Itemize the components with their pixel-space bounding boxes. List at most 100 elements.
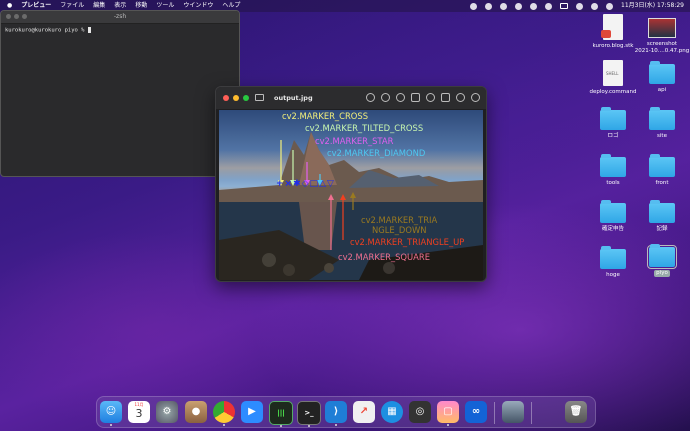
desktop-folder-record[interactable]: 記録 xyxy=(634,200,690,233)
chrome-icon[interactable] xyxy=(213,401,235,426)
menu-clock[interactable]: 11月3日(水) 17:58:29 xyxy=(621,0,684,12)
folder-icon xyxy=(649,154,675,177)
control-center-icon[interactable] xyxy=(606,2,613,10)
dock-separator xyxy=(531,402,532,424)
desktop-folder-logo[interactable]: ロゴ xyxy=(585,107,641,140)
marker-star-icon: ✱ xyxy=(293,179,301,189)
terminal-prompt: kurokuro@kurokuro piyo % xyxy=(5,27,88,34)
marker-row: + × ✱ ◇ □ △ ▽ xyxy=(276,179,334,189)
finder-icon[interactable]: ☺ xyxy=(100,401,122,426)
desktop-icon-label: screenshot 2021-10....0.47.png xyxy=(634,41,690,54)
infinity-app-icon[interactable]: ∞ xyxy=(465,401,487,423)
label-marker-tilted-cross: cv2.MARKER_TILTED_CROSS xyxy=(305,123,424,133)
desktop-folder-tax[interactable]: 確定申告 xyxy=(585,200,641,233)
label-marker-triangle-up: cv2.MARKER_TRIANGLE_UP xyxy=(350,237,465,247)
label-marker-triangle-down-line1: cv2.MARKER_TRIA xyxy=(361,215,438,225)
desktop-icon-command[interactable]: SHELL deploy.command xyxy=(585,60,641,96)
folder-icon xyxy=(600,154,626,177)
shell-script-icon: SHELL xyxy=(603,60,623,86)
terminal-titlebar[interactable]: -zsh xyxy=(1,11,239,24)
info-icon[interactable] xyxy=(366,93,375,102)
rotate-icon[interactable] xyxy=(441,93,450,102)
terminal-window[interactable]: -zsh kurokuro@kurokuro piyo % xyxy=(0,10,240,177)
share-icon[interactable] xyxy=(411,93,420,102)
minimize-button[interactable] xyxy=(233,95,239,101)
desktop-icon-label: ロゴ xyxy=(607,133,619,139)
zoom-in-icon[interactable] xyxy=(396,93,405,102)
status-icon[interactable] xyxy=(545,2,552,10)
terminal-title: -zsh xyxy=(113,13,127,20)
preview-toolbar[interactable]: output.jpg xyxy=(216,87,486,109)
desktop-icon-label: deploy.command xyxy=(589,89,637,95)
markup-icon[interactable] xyxy=(426,93,435,102)
label-marker-square: cv2.MARKER_SQUARE xyxy=(338,252,430,262)
desktop-icon-label: piyo xyxy=(654,270,670,277)
preview-app-icon[interactable]: ▢ xyxy=(437,401,459,426)
label-marker-cross: cv2.MARKER_CROSS xyxy=(282,111,369,121)
desktop-folder-front[interactable]: front xyxy=(634,154,690,187)
sidebar-toggle-icon[interactable] xyxy=(255,94,264,101)
desktop-icon-label: hoge xyxy=(606,272,620,278)
folder-icon xyxy=(649,200,675,223)
desktop-icon-label: front xyxy=(655,180,669,186)
docker-icon[interactable]: ▦ xyxy=(381,401,403,423)
trash-icon[interactable]: 🗑 xyxy=(565,401,587,423)
search-icon[interactable] xyxy=(471,93,480,102)
desktop-icon-file[interactable]: kuroro.blog.stk xyxy=(585,14,641,50)
desktop-folder-site[interactable]: site xyxy=(634,107,690,140)
desktop-folder-piyo[interactable]: piyo xyxy=(634,244,690,277)
desktop-folder-api[interactable]: api xyxy=(634,61,690,94)
marker-triangle-up-icon: △ xyxy=(319,179,326,189)
marker-square-icon: □ xyxy=(309,179,319,189)
quicktime-icon[interactable]: ◎ xyxy=(409,401,431,423)
label-marker-triangle-down-line2: NGLE_DOWN xyxy=(372,225,427,235)
status-icon[interactable] xyxy=(470,2,477,10)
text-cursor xyxy=(87,27,91,33)
search-icon[interactable] xyxy=(591,2,598,10)
folder-icon xyxy=(647,244,677,269)
folder-icon xyxy=(649,61,675,84)
desktop-folder-tools[interactable]: tools xyxy=(585,154,641,187)
zoom-app-icon[interactable]: ▶ xyxy=(241,401,263,423)
close-button[interactable] xyxy=(223,95,229,101)
status-icon[interactable] xyxy=(500,2,507,10)
folder-icon xyxy=(600,107,626,130)
marker-triangle-down-icon: ▽ xyxy=(327,179,334,189)
zoom-button[interactable] xyxy=(243,95,249,101)
folder-icon xyxy=(600,246,626,269)
desktop-folder-hoge[interactable]: hoge xyxy=(585,246,641,279)
recent-screenshot-icon[interactable] xyxy=(502,401,524,423)
calendar-day: 3 xyxy=(135,407,143,420)
marker-diamond-icon: ◇ xyxy=(301,179,309,189)
system-preferences-icon[interactable]: ⚙ xyxy=(156,401,178,423)
image-thumbnail-icon xyxy=(648,18,676,38)
desktop-icon-screenshot[interactable]: screenshot 2021-10....0.47.png xyxy=(634,14,690,55)
annotate-icon[interactable] xyxy=(456,93,465,102)
zoom-out-icon[interactable] xyxy=(381,93,390,102)
desktop-icon-label: site xyxy=(657,133,667,139)
vscode-icon[interactable]: ⟩ xyxy=(325,401,347,426)
document-icon xyxy=(601,14,623,40)
folder-icon xyxy=(600,200,626,223)
wifi-icon[interactable] xyxy=(576,2,583,10)
battery-icon[interactable] xyxy=(560,3,568,9)
marker-tilted-cross-icon: × xyxy=(284,179,293,189)
terminal-content[interactable]: kurokuro@kurokuro piyo % xyxy=(1,24,239,37)
dock: ☺ 11月 3 ⚙ ● ▶ ||| >_ ⟩ ↗ ▦ ◎ ▢ ∞ 🗑 xyxy=(96,396,596,428)
window-title: output.jpg xyxy=(274,94,313,102)
label-marker-star: cv2.MARKER_STAR xyxy=(315,136,394,146)
contacts-icon[interactable]: ● xyxy=(185,401,207,423)
label-marker-diamond: cv2.MARKER_DIAMOND xyxy=(327,148,426,158)
status-icon[interactable] xyxy=(485,2,492,10)
status-icon[interactable] xyxy=(530,2,537,10)
desktop-icon-label: kuroro.blog.stk xyxy=(592,43,634,49)
marker-cross-icon: + xyxy=(276,179,284,189)
terminal-icon[interactable]: >_ xyxy=(297,401,321,427)
chart-app-icon[interactable]: ↗ xyxy=(353,401,375,423)
status-icon[interactable] xyxy=(515,2,522,10)
desktop-icon-label: 記録 xyxy=(656,226,668,232)
calendar-icon[interactable]: 11月 3 xyxy=(128,401,150,423)
preview-window[interactable]: output.jpg + × ✱ ◇ □ △ ▽ cv2.MARKER_CROS… xyxy=(215,86,487,282)
activity-monitor-icon[interactable]: ||| xyxy=(269,401,293,427)
folder-icon xyxy=(649,107,675,130)
